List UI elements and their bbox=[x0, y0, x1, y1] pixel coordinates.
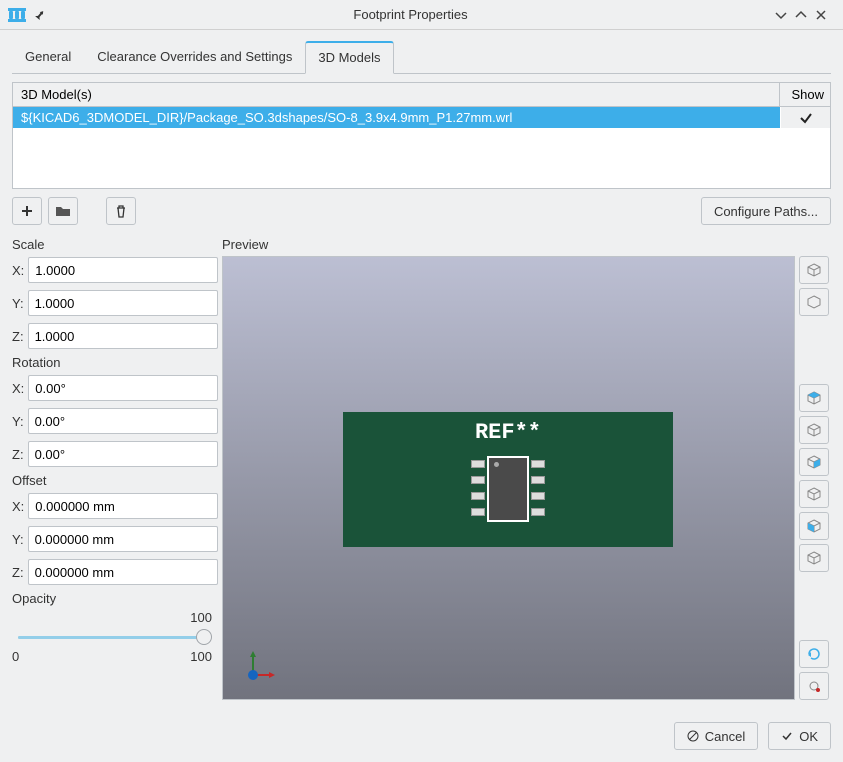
pin-icon[interactable] bbox=[34, 9, 46, 21]
scale-label: Scale bbox=[12, 237, 212, 252]
delete-model-button[interactable] bbox=[106, 197, 136, 225]
tab-bar: General Clearance Overrides and Settings… bbox=[12, 40, 831, 74]
opacity-max: 100 bbox=[190, 649, 212, 664]
view-left-button[interactable] bbox=[799, 512, 829, 540]
column-header-path: 3D Model(s) bbox=[13, 83, 780, 106]
offset-z-input[interactable] bbox=[28, 559, 218, 585]
view-front-button[interactable] bbox=[799, 448, 829, 476]
preview-label: Preview bbox=[222, 237, 831, 252]
close-icon[interactable] bbox=[815, 9, 835, 21]
rotation-label: Rotation bbox=[12, 355, 212, 370]
tab-clearance[interactable]: Clearance Overrides and Settings bbox=[84, 41, 305, 74]
chip-model bbox=[481, 452, 535, 526]
table-empty-area bbox=[13, 128, 830, 188]
opacity-min: 0 bbox=[12, 649, 19, 664]
column-header-show: Show bbox=[780, 83, 830, 106]
view-iso-button[interactable] bbox=[799, 256, 829, 284]
window-title: Footprint Properties bbox=[46, 7, 775, 22]
ok-button[interactable]: OK bbox=[768, 722, 831, 750]
offset-y-input[interactable] bbox=[28, 526, 218, 552]
rotation-z-input[interactable] bbox=[28, 441, 218, 467]
view-back-button[interactable] bbox=[799, 480, 829, 508]
model-show-checkbox[interactable] bbox=[780, 107, 830, 128]
add-model-button[interactable] bbox=[12, 197, 42, 225]
opacity-value: 100 bbox=[190, 610, 212, 625]
offset-x-input[interactable] bbox=[28, 493, 218, 519]
minimize-icon[interactable] bbox=[775, 9, 795, 21]
preview-settings-button[interactable] bbox=[799, 672, 829, 700]
model-table: 3D Model(s) Show ${KICAD6_3DMODEL_DIR}/P… bbox=[12, 82, 831, 189]
axis-x-label: X: bbox=[12, 263, 24, 278]
opacity-slider[interactable] bbox=[12, 627, 212, 647]
app-icon bbox=[8, 8, 26, 22]
rotation-x-input[interactable] bbox=[28, 375, 218, 401]
tab-general[interactable]: General bbox=[12, 41, 84, 74]
offset-label: Offset bbox=[12, 473, 212, 488]
reference-text: REF** bbox=[343, 420, 673, 445]
cancel-button[interactable]: Cancel bbox=[674, 722, 758, 750]
rotation-y-input[interactable] bbox=[28, 408, 218, 434]
view-bottom-button[interactable] bbox=[799, 416, 829, 444]
view-right-button[interactable] bbox=[799, 544, 829, 572]
reload-button[interactable] bbox=[799, 640, 829, 668]
scale-x-input[interactable] bbox=[28, 257, 218, 283]
configure-paths-button[interactable]: Configure Paths... bbox=[701, 197, 831, 225]
model-path-cell[interactable]: ${KICAD6_3DMODEL_DIR}/Package_SO.3dshape… bbox=[13, 107, 780, 128]
axis-gizmo-icon bbox=[241, 649, 277, 685]
table-row[interactable]: ${KICAD6_3DMODEL_DIR}/Package_SO.3dshape… bbox=[13, 107, 830, 128]
tab-3d-models[interactable]: 3D Models bbox=[305, 41, 393, 74]
browse-model-button[interactable] bbox=[48, 197, 78, 225]
view-iso-alt-button[interactable] bbox=[799, 288, 829, 316]
scale-z-input[interactable] bbox=[28, 323, 218, 349]
title-bar: Footprint Properties bbox=[0, 0, 843, 30]
preview-viewport[interactable]: REF** bbox=[222, 256, 795, 700]
view-top-button[interactable] bbox=[799, 384, 829, 412]
pcb-board: REF** bbox=[343, 412, 673, 547]
scale-y-input[interactable] bbox=[28, 290, 218, 316]
opacity-label: Opacity bbox=[12, 591, 212, 606]
maximize-icon[interactable] bbox=[795, 9, 815, 21]
